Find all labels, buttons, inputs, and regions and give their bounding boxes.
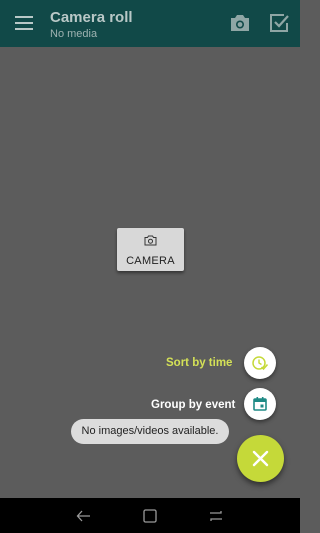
page-subtitle: No media: [50, 28, 98, 40]
camera-button[interactable]: CAMERA: [117, 228, 184, 271]
sort-by-time-label[interactable]: Sort by time: [166, 357, 232, 369]
close-fab-button[interactable]: [237, 435, 284, 482]
system-nav-bar: [0, 498, 300, 533]
camera-button-label: CAMERA: [126, 255, 175, 267]
menu-icon[interactable]: [15, 16, 33, 30]
empty-toast: No images/videos available.: [71, 419, 229, 444]
sort-by-time-button[interactable]: [244, 347, 276, 379]
camera-icon: [144, 235, 157, 246]
group-by-event-button[interactable]: [244, 388, 276, 420]
back-icon[interactable]: [76, 508, 92, 524]
group-by-event-label[interactable]: Group by event: [151, 399, 235, 411]
clock-check-icon: [252, 356, 268, 371]
app-bar: Camera roll No media: [0, 0, 300, 47]
camera-icon[interactable]: [230, 14, 250, 32]
page-title: Camera roll: [50, 9, 133, 26]
calendar-icon: [253, 397, 267, 411]
select-checkbox-icon[interactable]: [269, 13, 289, 33]
close-icon: [252, 450, 269, 467]
overview-icon[interactable]: [142, 508, 158, 524]
recents-icon[interactable]: [208, 508, 224, 524]
